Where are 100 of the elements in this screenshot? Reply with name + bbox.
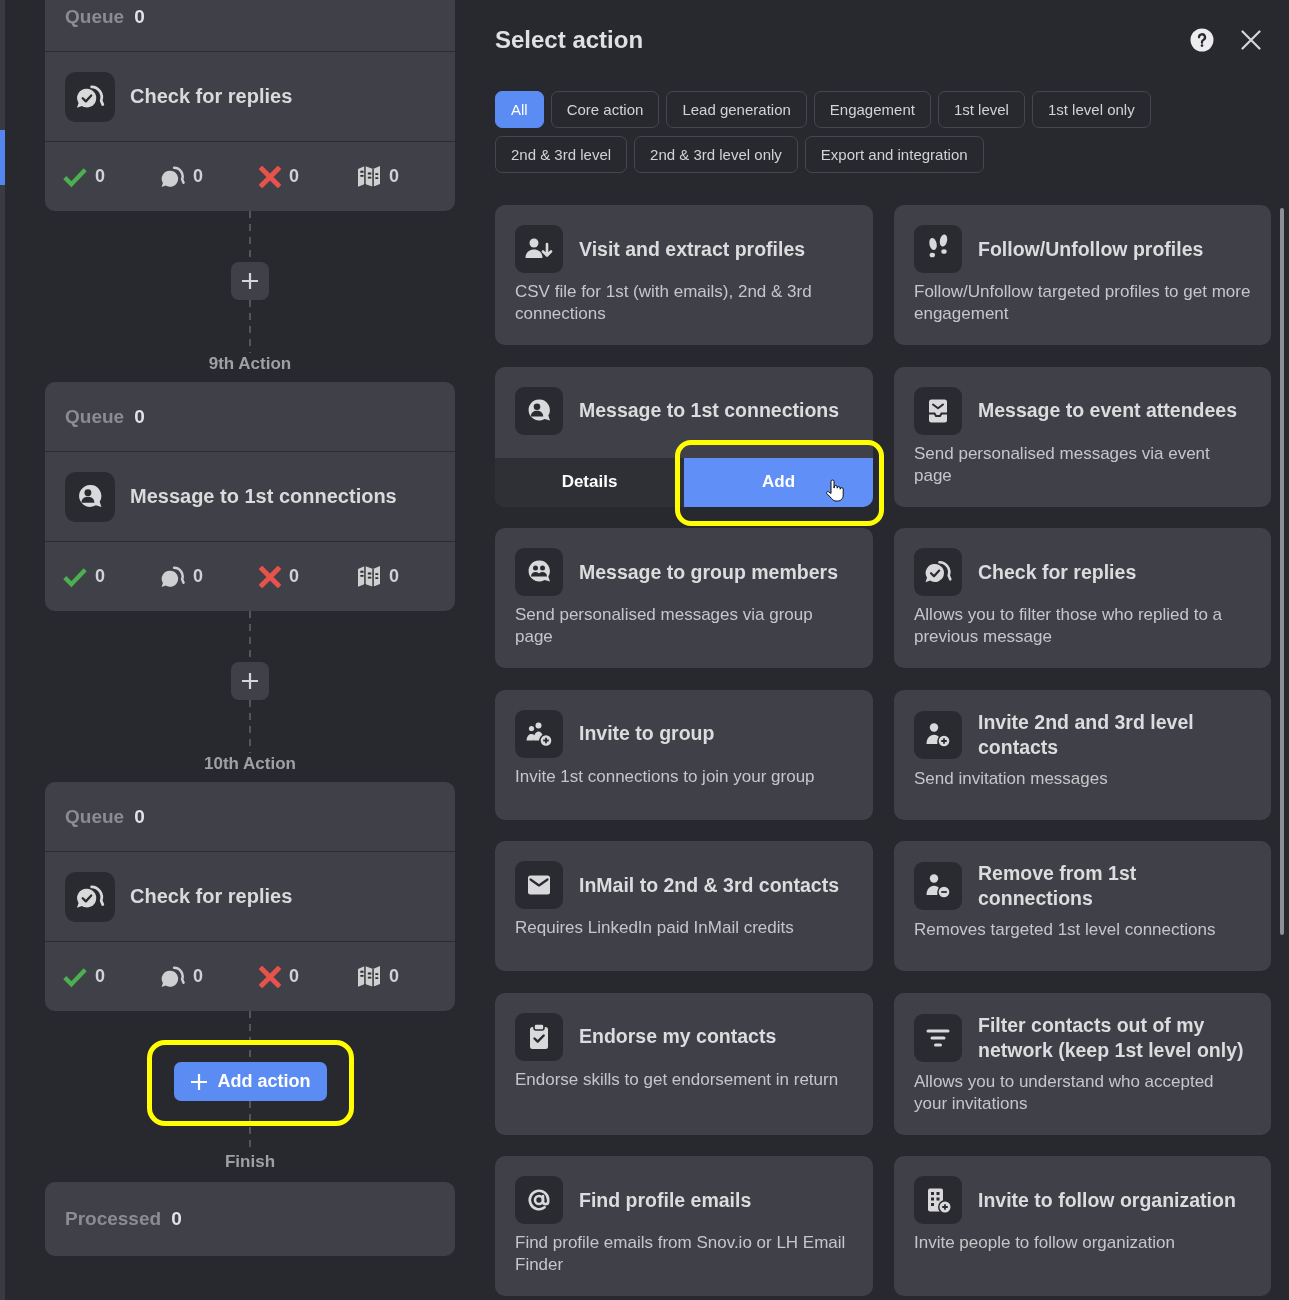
person-download-icon xyxy=(515,225,563,273)
person-remove-icon xyxy=(914,862,962,910)
queue-label: Queue xyxy=(65,5,125,28)
action-title: InMail to 2nd & 3rd contacts xyxy=(579,872,840,898)
step-title: Check for replies xyxy=(130,85,293,108)
action-description: Send invitation messages xyxy=(914,767,1109,790)
action-card[interactable]: Find profile emails Find profile emails from Snov.io or LH Email Finder xyxy=(495,1156,873,1296)
action-description: Send personalised messages via event page xyxy=(914,442,1211,487)
filter-chip[interactable]: Engagement xyxy=(813,91,931,128)
action-title: Message to event attendees xyxy=(978,398,1237,423)
action-card[interactable]: Endorse my contacts Endorse skills to get endorsement in return xyxy=(495,992,873,1135)
plus-icon xyxy=(241,672,259,690)
filter-chip[interactable]: 2nd & 3rd level xyxy=(495,136,628,173)
stat-count: 0 xyxy=(95,966,105,987)
action-description: CSV file for 1st (with emails), 2nd & 3rd connections xyxy=(515,281,813,325)
chat-check-icon xyxy=(65,71,115,122)
stat-count: 0 xyxy=(289,166,299,187)
stat-count: 0 xyxy=(95,166,105,187)
clipboard-check-icon xyxy=(515,1012,563,1061)
chat-check-icon xyxy=(914,548,962,596)
step-title: Message to 1st connections xyxy=(130,485,397,508)
action-description: Removes targeted 1st level connections xyxy=(914,919,1217,941)
action-card[interactable]: Invite 2nd and 3rd level contacts Send invitation messages xyxy=(894,689,1271,820)
chat-check-icon xyxy=(65,871,115,922)
processed-label: Processed xyxy=(65,1208,162,1230)
action-description: Send personalised messages via group page xyxy=(515,604,814,648)
filter-chip[interactable]: Core action xyxy=(550,91,660,128)
connector-line xyxy=(249,300,251,353)
stat-count: 0 xyxy=(389,166,399,187)
action-description: Follow/Unfollow targeted profiles to get more engagement xyxy=(914,281,1251,325)
chat-bubbles-icon xyxy=(161,964,185,989)
action-title: Endorse my contacts xyxy=(579,1024,777,1049)
action-title: Find profile emails xyxy=(579,1187,752,1213)
mail-tray-icon xyxy=(914,386,962,435)
action-description: Endorse skills to get endorsement in return xyxy=(515,1068,840,1091)
chat-group-icon xyxy=(515,548,563,596)
stat-count: 0 xyxy=(95,566,105,587)
stat-count: 0 xyxy=(289,966,299,987)
chat-bubbles-icon xyxy=(161,564,185,589)
action-card[interactable]: Remove from 1st connections Removes targeted 1st level connections xyxy=(894,841,1271,971)
filter-chip[interactable]: 2nd & 3rd level only xyxy=(634,136,798,173)
details-button[interactable]: Details xyxy=(495,457,684,507)
action-title: Message to group members xyxy=(579,559,838,585)
folded-map-icon xyxy=(357,165,381,188)
plus-icon xyxy=(241,272,259,290)
step-label: Finish xyxy=(224,1151,276,1173)
filter-chip[interactable]: 1st level only xyxy=(1031,91,1151,128)
action-title: Invite 2nd and 3rd level contacts xyxy=(978,709,1195,760)
action-card[interactable]: Visit and extract profiles CSV file for 1st (with emails), 2nd & 3rd connections xyxy=(495,205,873,345)
action-title: Check for replies xyxy=(978,559,1137,585)
plus-icon xyxy=(189,1072,208,1091)
processed-count: 0 xyxy=(171,1208,182,1230)
filter-icon xyxy=(914,1013,962,1062)
queue-label: Queue xyxy=(65,405,125,428)
filter-chip[interactable]: 1st level xyxy=(937,91,1025,128)
action-card[interactable]: Invite to group Invite 1st connections to join your group xyxy=(495,689,873,820)
connector-line xyxy=(249,700,251,753)
stat-count: 0 xyxy=(193,566,203,587)
stat-count: 0 xyxy=(193,966,203,987)
panel-title: Select action xyxy=(495,26,645,54)
add-step-button[interactable] xyxy=(231,662,269,700)
folded-map-icon xyxy=(357,965,381,988)
action-card[interactable]: Follow/Unfollow profiles Follow/Unfollow targeted profiles to get more engagement xyxy=(894,205,1271,345)
stat-count: 0 xyxy=(389,966,399,987)
stat-count: 0 xyxy=(289,566,299,587)
queue-count: 0 xyxy=(134,405,145,428)
action-card[interactable]: Message to group members Send personalised messages via group page xyxy=(495,528,873,668)
help-icon[interactable] xyxy=(1190,28,1214,52)
close-icon[interactable] xyxy=(1241,30,1261,50)
action-card[interactable]: Invite to follow organization Invite people to follow organization xyxy=(894,1156,1271,1296)
cross-icon xyxy=(259,165,281,188)
hand-cursor-icon xyxy=(826,477,844,503)
active-indicator xyxy=(0,130,5,185)
action-title: Remove from 1st connections xyxy=(978,861,1138,911)
step-title: Check for replies xyxy=(130,885,293,908)
filter-chip[interactable]: Lead generation xyxy=(666,91,807,128)
action-description: Invite people to follow organization xyxy=(914,1232,1176,1254)
step-label: 9th Action xyxy=(208,353,292,375)
action-card[interactable]: Message to event attendees Send personalised messages via event page xyxy=(894,366,1271,507)
action-card[interactable]: Message to 1st connections Details Add xyxy=(495,366,873,507)
queue-label: Queue xyxy=(65,805,125,828)
action-title: Invite to group xyxy=(579,721,715,746)
chat-bubbles-icon xyxy=(161,164,185,189)
queue-count: 0 xyxy=(134,5,145,28)
action-description: Invite 1st connections to join your group xyxy=(515,765,816,788)
action-card[interactable]: InMail to 2nd & 3rd contacts Requires LinkedIn paid InMail credits xyxy=(495,841,873,971)
filter-chip[interactable]: Export and integration xyxy=(804,136,984,173)
add-step-button[interactable] xyxy=(231,262,269,300)
cross-icon xyxy=(259,565,281,588)
envelope-icon xyxy=(515,861,563,909)
chat-person-icon xyxy=(515,386,563,435)
action-description: Allows you to understand who accepted your invitations xyxy=(914,1070,1215,1115)
stat-count: 0 xyxy=(193,166,203,187)
action-card[interactable]: Filter contacts out of my network (keep 1st level only) Allows you to understand who accepted your invitations xyxy=(894,992,1271,1135)
scrollbar-thumb[interactable] xyxy=(1280,208,1284,935)
stat-count: 0 xyxy=(389,566,399,587)
action-title: Visit and extract profiles xyxy=(579,236,806,262)
action-description: Requires LinkedIn paid InMail credits xyxy=(515,917,795,939)
chat-person-icon xyxy=(65,471,115,522)
action-card[interactable]: Check for replies Allows you to filter those who replied to a previous message xyxy=(894,528,1271,668)
